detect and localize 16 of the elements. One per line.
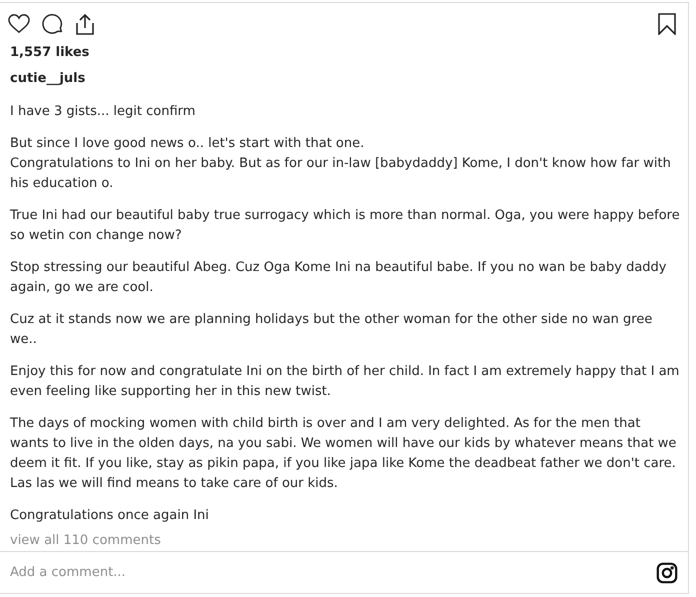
heart-icon[interactable] [8, 14, 30, 34]
share-icon[interactable] [76, 13, 94, 35]
comment-field[interactable]: Add a comment... [10, 562, 648, 582]
bookmark-icon[interactable] [658, 13, 676, 35]
caption-paragraph: Stop stressing our beautiful Abeg. Cuz Oga Kome Ini na beautiful babe. If you no wan be baby daddy again, go we are cool. [10, 259, 668, 297]
caption-paragraph: Cuz at it stands now we are planning holidays but the other woman for the other side no wan gree we.. [10, 311, 654, 349]
caption-paragraph: Enjoy this for now and congratulate Ini on the birth of her child. In fact I am extremely happy that I am even feeling like supporting her in this new twist. [10, 363, 680, 401]
comment-icon[interactable] [42, 13, 64, 35]
username[interactable]: cutie__juls [10, 68, 86, 88]
caption-paragraph: Congratulations once again Ini [10, 507, 210, 525]
caption-paragraph: I have 3 gists... legit confirm [10, 103, 196, 121]
caption-paragraph: True Ini had our beautiful baby true surrogacy which is more than normal. Oga, you were happy before so wetin con change now? [10, 207, 680, 245]
caption-paragraph: The days of mocking women with child birth is over and I am very delighted. As for the men that wants to live in the olden days, na you sabi. We women will have our kids by whatever means that we deem it fit. If you like, stay as pikin papa, if you like japa like Kome the deadbeat father we don't care. Las las we will find means to take care of our kids. [10, 415, 678, 493]
camera-icon[interactable] [656, 562, 678, 584]
caption-paragraph: But since I love good news o.. let's start with that one. Congratulations to Ini on her baby. But as for our in-law [babydaddy] Kome, I don't know how far with his education o. [10, 135, 672, 193]
like-count[interactable]: 1,557 likes [10, 43, 90, 62]
